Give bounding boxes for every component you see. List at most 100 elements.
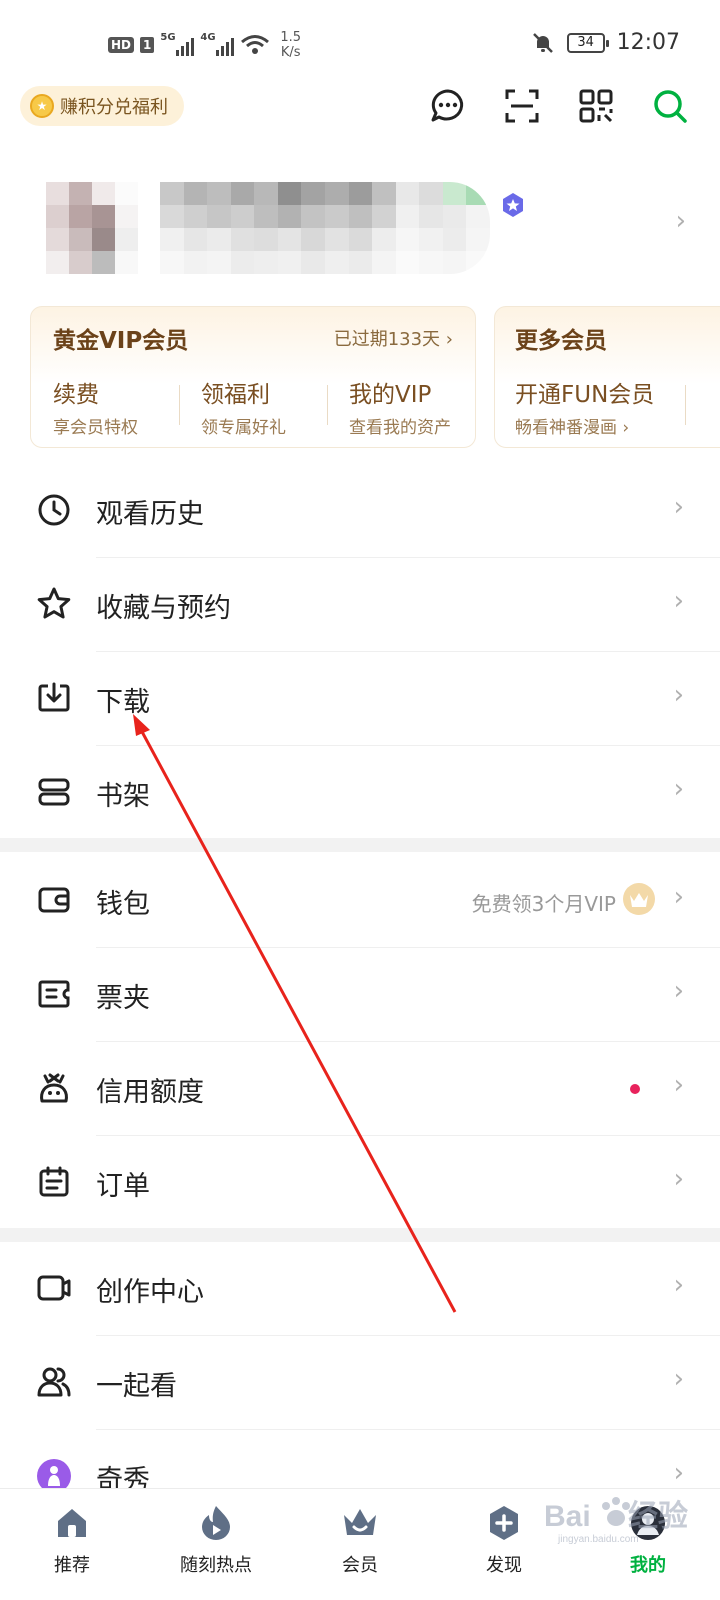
scan-icon[interactable] [502,86,542,126]
menu-item-favorites[interactable]: 收藏与预约 › [0,558,720,652]
section-separator [0,838,720,852]
menu-item-ticket-folder[interactable]: 票夹 › [0,948,720,1042]
fun-membership-sub: 畅看神番漫画 › [515,418,630,438]
avatar[interactable] [46,182,138,274]
vip-action-title: 领福利 [201,382,270,408]
chevron-right-icon: › [673,1270,684,1300]
vip-action-sub: 享会员特权 [53,418,138,438]
my-vip-button[interactable]: 我的VIP 查看我的资产 [327,375,475,438]
chevron-right-icon: › [673,1458,684,1488]
flame-icon [202,1506,230,1540]
menu-item-label: 信用额度 [96,1077,204,1108]
vip-renew-button[interactable]: 续费 享会员特权 [31,375,179,438]
tab-label: 发现 [486,1555,522,1576]
chevron-right-icon: › [622,418,630,438]
status-bar: HD 1 5G 4G 1.5 K/s 34 12:07 [0,0,720,90]
search-icon[interactable] [650,86,690,126]
tab-hot[interactable]: 随刻热点 [144,1489,288,1600]
hd-badge: HD [108,37,135,53]
vip-actions: 续费 享会员特权 领福利 领专属好礼 我的VIP 查看我的资产 [31,375,475,438]
more-membership-card[interactable]: 更多会员 开通FUN会员 畅看神番漫画 › [494,306,720,448]
more-membership-title: 更多会员 [515,328,607,354]
ticket-icon [38,980,70,1008]
vip-expired-text: 已过期133天 [333,329,441,350]
chevron-right-icon: › [673,774,684,804]
top-icons [428,86,690,126]
signal-5g-icon: 5G [160,32,195,56]
vip-action-sub: 领专属好礼 [201,418,286,438]
profile-header[interactable]: › [40,178,700,278]
points-rewards-label: 赚积分兑福利 [60,97,168,118]
vip-card[interactable]: 黄金VIP会员 已过期133天 › 续费 享会员特权 领福利 领专属好礼 我的V… [30,306,476,448]
wallet-promo-text: 免费领3个月VIP [471,892,616,916]
divider [685,385,686,425]
menu-item-label: 票夹 [96,983,150,1014]
menu-item-wallet[interactable]: 钱包 免费领3个月VIP › [0,854,720,948]
users-icon [37,1367,71,1397]
level-badge-icon [503,193,523,217]
tab-label: 随刻热点 [180,1555,252,1576]
points-rewards-button[interactable]: ★ 赚积分兑福利 [20,86,184,126]
wallet-icon [38,887,70,913]
camera-icon [37,1275,71,1301]
tab-label: 我的 [630,1555,666,1576]
status-left: HD 1 5G 4G 1.5 K/s [108,30,301,60]
vip-benefits-button[interactable]: 领福利 领专属好礼 [179,375,327,438]
star-icon [37,587,71,619]
vip-expired-link[interactable]: 已过期133天 › [334,325,453,351]
vip-action-title: 续费 [53,382,99,408]
chevron-right-icon: › [675,206,686,236]
clock-icon [38,494,70,526]
tab-label: 推荐 [54,1555,90,1576]
menu-item-label: 书架 [96,781,150,812]
menu-item-watch-together[interactable]: 一起看 › [0,1336,720,1430]
chevron-right-icon: › [673,586,684,616]
menu-item-download[interactable]: 下载 › [0,652,720,746]
fun-membership-button[interactable]: 开通FUN会员 畅看神番漫画 › [515,375,654,438]
discover-icon [490,1506,518,1540]
download-icon [38,682,70,712]
message-icon[interactable] [428,86,468,126]
chevron-right-icon: › [673,1364,684,1394]
menu-item-orders[interactable]: 订单 › [0,1136,720,1230]
svg-text:jingyan.baidu.com: jingyan.baidu.com [557,1534,639,1545]
tab-membership[interactable]: 会员 [288,1489,432,1600]
tab-recommend[interactable]: 推荐 [0,1489,144,1600]
svg-text:经验: 经验 [628,1499,688,1533]
vip-crown-icon [623,883,655,915]
net-gen-label: 5G [160,32,176,43]
chevron-right-icon: › [673,882,684,912]
vip-action-sub: 查看我的资产 [349,418,451,438]
menu-item-label: 观看历史 [96,499,204,530]
status-right: 34 12:07 [531,30,680,55]
menu-item-label: 下载 [96,687,150,718]
username [160,182,490,274]
menu-item-label: 创作中心 [96,1277,204,1308]
menu-item-creator-center[interactable]: 创作中心 › [0,1242,720,1336]
coin-icon: ★ [30,94,54,118]
qr-code-icon[interactable] [576,86,616,126]
menu-item-watch-history[interactable]: 观看历史 › [0,464,720,558]
credit-icon [40,1073,68,1103]
section-separator [0,1228,720,1242]
chevron-right-icon: › [673,976,684,1006]
bookshelf-icon [38,778,70,806]
battery-icon: 34 [566,32,609,53]
menu-item-label: 钱包 [96,889,150,920]
menu-item-credit-limit[interactable]: 信用额度 › [0,1042,720,1136]
menu-item-label: 一起看 [96,1371,177,1402]
chevron-right-icon: › [673,1164,684,1194]
chevron-right-icon: › [673,492,684,522]
signal-4g-icon: 4G [200,32,235,56]
vip-title: 黄金VIP会员 [53,328,189,354]
net-speed-unit: K/s [280,45,301,60]
svg-text:Bai: Bai [544,1500,591,1533]
net-speed: 1.5 K/s [280,30,301,60]
crown-icon [344,1509,376,1535]
wifi-icon [241,35,270,54]
menu-item-label: 订单 [96,1171,150,1202]
baidu-watermark-logo: Bai 经验 jingyan.baidu.com [544,1497,688,1545]
fun-membership-title: 开通FUN会员 [515,382,655,408]
menu-item-bookshelf[interactable]: 书架 › [0,746,720,840]
home-icon [58,1509,86,1537]
